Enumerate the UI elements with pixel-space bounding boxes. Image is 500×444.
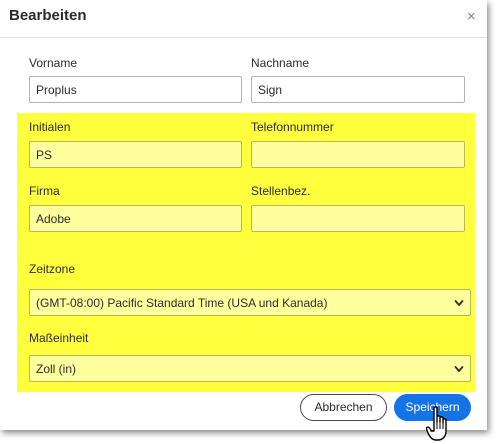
close-icon[interactable]: × <box>467 9 476 24</box>
chevron-down-icon <box>454 300 464 306</box>
zeitzone-label: Zeitzone <box>29 262 76 276</box>
initialen-field[interactable]: PS <box>29 141 242 168</box>
masseinheit-select[interactable]: Zoll (in) <box>29 355 471 382</box>
zeitzone-select[interactable]: (GMT-08:00) Pacific Standard Time (USA u… <box>29 289 471 316</box>
telefonnummer-label: Telefonnummer <box>251 120 334 134</box>
vorname-field[interactable]: Proplus <box>29 76 242 103</box>
cancel-button[interactable]: Abbrechen <box>300 394 387 421</box>
chevron-down-icon <box>454 366 464 372</box>
zeitzone-value: (GMT-08:00) Pacific Standard Time (USA u… <box>36 296 328 310</box>
firma-label: Firma <box>29 184 60 198</box>
masseinheit-value: Zoll (in) <box>36 362 77 376</box>
dialog-title: Bearbeiten <box>9 7 87 24</box>
initialen-label: Initialen <box>29 120 71 134</box>
firma-field[interactable]: Adobe <box>29 205 242 232</box>
title-divider <box>0 37 487 38</box>
nachname-field[interactable]: Sign <box>251 76 465 103</box>
edit-dialog: Bearbeiten × Vorname Proplus Nachname Si… <box>0 0 487 430</box>
nachname-label: Nachname <box>251 56 310 70</box>
stellenbez-field[interactable] <box>251 205 465 232</box>
masseinheit-label: Maßeinheit <box>29 331 89 345</box>
hand-pointer-icon <box>426 406 447 441</box>
vorname-label: Vorname <box>29 56 78 70</box>
stellenbez-label: Stellenbez. <box>251 184 311 198</box>
telefonnummer-field[interactable] <box>251 141 465 168</box>
